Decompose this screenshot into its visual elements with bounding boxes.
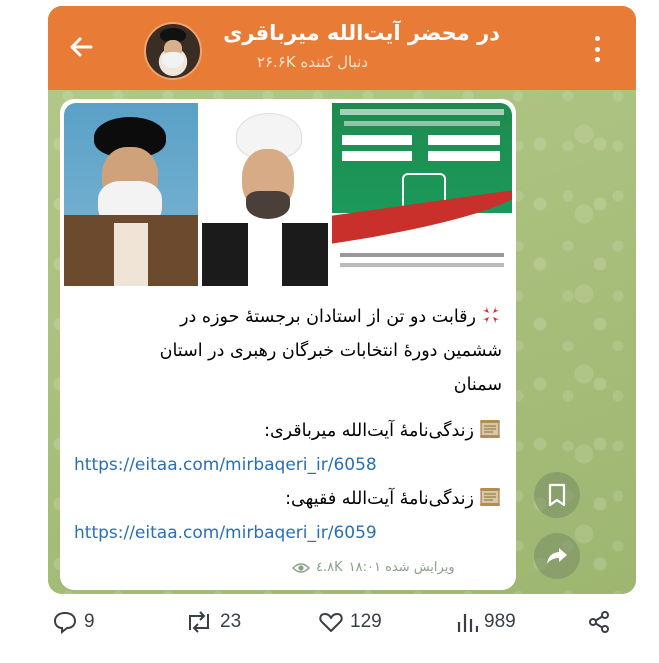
tweet-actions-bar: 9 23 129 989 — [0, 610, 659, 650]
forward-arrow-icon — [547, 548, 567, 564]
share-action[interactable] — [587, 610, 611, 634]
portrait-image-1 — [64, 103, 198, 286]
follower-count: دنبال کننده ۲۶.۶K — [256, 53, 368, 71]
bookmark-button[interactable] — [534, 472, 580, 518]
scroll-icon — [480, 488, 500, 506]
eye-icon — [292, 562, 310, 573]
comment-icon — [53, 611, 77, 634]
views-count: 989 — [484, 611, 516, 632]
post-caption: رقابت دو تن از استادان برجستهٔ حوزه در ش… — [74, 300, 502, 550]
more-options-button[interactable] — [592, 36, 602, 62]
bio2-link[interactable]: https://eitaa.com/mirbaqeri_ir/6059 — [74, 516, 502, 550]
views-action[interactable]: 989 — [456, 610, 516, 634]
reply-count: 9 — [84, 611, 95, 632]
post-image[interactable] — [64, 103, 512, 286]
anger-symbol-icon — [482, 306, 500, 324]
caption-line-1: رقابت دو تن از استادان برجستهٔ حوزه در — [180, 307, 476, 327]
repost-action[interactable]: 23 — [184, 610, 241, 634]
message-bubble: رقابت دو تن از استادان برجستهٔ حوزه در ش… — [60, 99, 516, 590]
bio2-label: زندگی‌نامهٔ آیت‌الله فقیهی: — [285, 489, 474, 509]
bio1-link[interactable]: https://eitaa.com/mirbaqeri_ir/6058 — [74, 448, 502, 482]
election-poster — [332, 103, 512, 286]
like-count: 129 — [350, 611, 382, 632]
repost-count: 23 — [220, 611, 242, 632]
channel-title[interactable]: در محضر آیت‌الله میرباقری — [223, 21, 500, 45]
app-window: در محضر آیت‌الله میرباقری دنبال کننده ۲۶… — [48, 6, 636, 594]
dot-icon — [594, 57, 600, 62]
back-button[interactable] — [66, 32, 96, 62]
repost-icon — [189, 611, 209, 633]
arrow-left-icon — [70, 37, 93, 57]
caption-line-3: سمنان — [453, 375, 502, 395]
caption-line-2: ششمین دورهٔ انتخابات خبرگان رهبری در است… — [159, 341, 502, 361]
bookmark-icon — [548, 483, 566, 507]
bio1-label: زندگی‌نامهٔ آیت‌الله میرباقری: — [264, 421, 474, 441]
view-count: ٤.٨K — [316, 560, 343, 575]
heart-icon — [319, 613, 343, 632]
reply-action[interactable]: 9 — [52, 610, 95, 634]
like-action[interactable]: 129 — [318, 610, 382, 634]
channel-header: در محضر آیت‌الله میرباقری دنبال کننده ۲۶… — [48, 6, 636, 90]
bar-chart-icon — [457, 614, 478, 632]
share-button[interactable] — [534, 533, 580, 579]
scroll-icon — [480, 420, 500, 438]
edited-timestamp: ویرایش شده ۱۸:۰۱ — [348, 560, 455, 575]
dot-icon — [594, 46, 600, 52]
message-meta: ویرایش شده ۱۸:۰۱ ٤.٨K — [292, 560, 455, 575]
portrait-image-2 — [202, 103, 328, 286]
dot-icon — [594, 36, 600, 41]
channel-avatar[interactable] — [144, 22, 202, 80]
share-icon — [589, 611, 609, 633]
